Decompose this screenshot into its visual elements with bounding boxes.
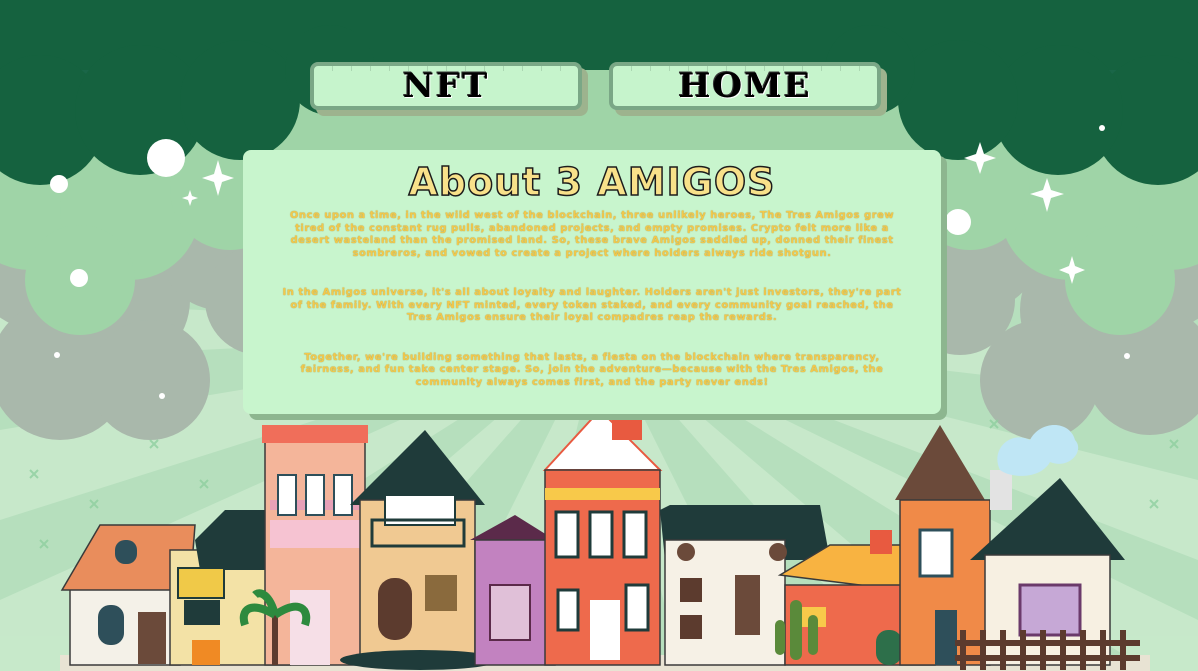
house-5 [470,515,556,666]
home-nav-button[interactable]: HOME [609,62,881,110]
about-title: About 3 AMIGOS [408,159,776,205]
about-paragraph-1: Once upon a time, in the wild west of th… [289,210,895,259]
nft-nav-button[interactable]: NFT [310,62,582,110]
about-panel: About 3 AMIGOS Once upon a time, in the … [243,150,941,414]
home-nav-label: HOME [678,66,812,106]
about-paragraph-3: Together, we're building something that … [300,351,884,388]
about-paragraph-2: In the Amigos universe, it's all about l… [282,287,902,323]
nft-nav-label: NFT [402,66,490,106]
